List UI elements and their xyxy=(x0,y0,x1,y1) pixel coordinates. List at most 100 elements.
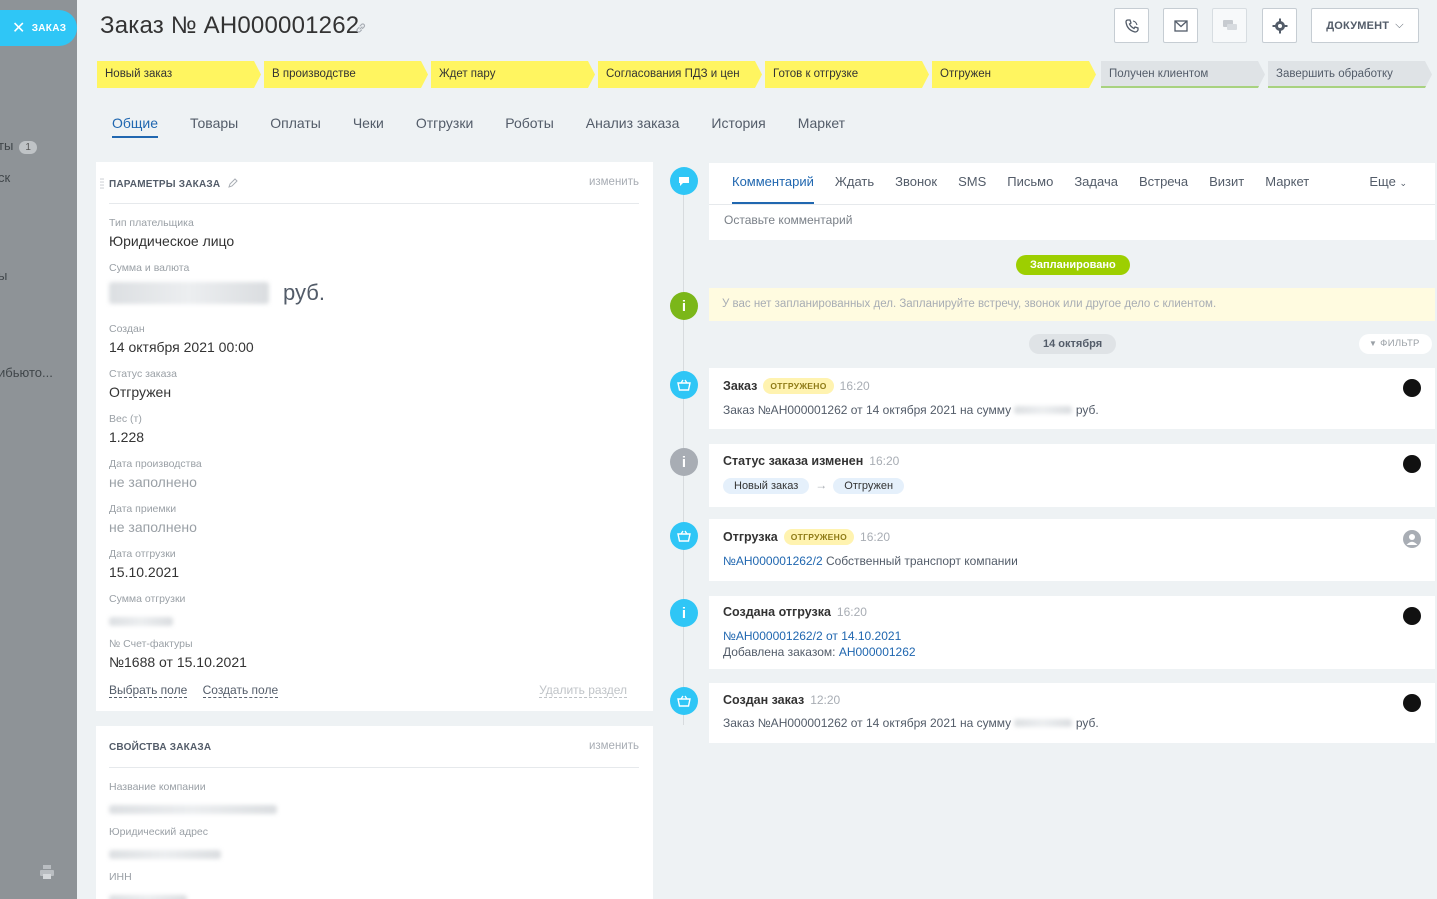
shipment-link[interactable]: №АН000001262/2 xyxy=(723,554,823,568)
field-label: ИНН xyxy=(109,871,132,883)
timeline-item-order-created[interactable]: Создан заказ 12:20 Заказ №АН000001262 от … xyxy=(709,683,1435,743)
edit-section-link[interactable]: изменить xyxy=(589,176,639,188)
timeline-item-title: Создана отгрузка xyxy=(723,605,831,619)
no-planned-notice: У вас нет запланированных дел. Запланиру… xyxy=(709,288,1435,321)
status-badge: ОТГРУЖЕНО xyxy=(763,378,834,394)
close-slider-button[interactable]: ✕ ЗАКАЗ xyxy=(0,10,77,46)
select-field-link[interactable]: Выбрать поле xyxy=(109,683,188,698)
stage-shipped[interactable]: Отгружен xyxy=(932,61,1096,88)
field-production-date: Дата производства не заполнено xyxy=(109,458,202,490)
timeline-item-header: Отгрузка ОТГРУЖЕНО 16:20 xyxy=(723,529,890,545)
field-label: Юридический адрес xyxy=(109,826,209,838)
composer-tab-sms[interactable]: SMS xyxy=(958,163,986,204)
timeline-body-text: руб. xyxy=(1075,716,1099,730)
order-link[interactable]: АН000001262 xyxy=(839,645,916,659)
timeline-item-time: 16:20 xyxy=(869,454,900,468)
composer-tab-meeting[interactable]: Встреча xyxy=(1139,163,1188,204)
divider xyxy=(709,204,1435,205)
arrow-right-icon: → xyxy=(815,478,828,492)
field-label: Дата отгрузки xyxy=(109,548,176,560)
drag-handle-icon[interactable] xyxy=(100,178,104,190)
field-accept-date: Дата приемки не заполнено xyxy=(109,503,197,535)
card-title: СВОЙСТВА ЗАКАЗА xyxy=(109,742,212,753)
field-label: Название компании xyxy=(109,781,206,793)
stage-received[interactable]: Получен клиентом xyxy=(1101,61,1265,88)
email-button[interactable] xyxy=(1163,8,1198,43)
status-from-chip: Новый заказ xyxy=(723,478,810,494)
print-icon[interactable] xyxy=(40,865,54,879)
stage-ready-to-ship[interactable]: Готов к отгрузке xyxy=(765,61,929,88)
stage-waiting-pair[interactable]: Ждет пару xyxy=(431,61,595,88)
timeline-item-body: №АН000001262/2 от 14.10.2021 xyxy=(723,629,901,643)
call-button[interactable] xyxy=(1114,8,1149,43)
field-label: № Счет-фактуры xyxy=(109,638,193,650)
field-legal-address: Юридический адрес xyxy=(109,826,221,862)
sidebar-item-partial[interactable]: ы xyxy=(0,268,7,283)
comment-input[interactable]: Оставьте комментарий xyxy=(724,213,852,227)
composer-tab-wait[interactable]: Ждать xyxy=(835,163,874,204)
tab-shipments[interactable]: Отгрузки xyxy=(416,108,473,138)
composer-tab-visit[interactable]: Визит xyxy=(1209,163,1244,204)
delete-section-link[interactable]: Удалить раздел xyxy=(539,683,627,698)
timeline-item-body: Добавлена заказом: АН000001262 xyxy=(723,645,916,659)
create-field-link[interactable]: Создать поле xyxy=(202,683,279,698)
timeline-item-shipment-created[interactable]: Создана отгрузка 16:20 №АН000001262/2 от … xyxy=(709,596,1435,669)
close-slider-label: ЗАКАЗ xyxy=(31,22,67,34)
tab-products[interactable]: Товары xyxy=(190,108,238,138)
filter-button[interactable]: ▼ ФИЛЬТР xyxy=(1359,334,1432,354)
tab-robots[interactable]: Роботы xyxy=(505,108,553,138)
tab-receipts[interactable]: Чеки xyxy=(353,108,384,138)
gear-icon xyxy=(1272,18,1287,33)
info-icon: i xyxy=(670,292,698,320)
composer-tab-comment[interactable]: Комментарий xyxy=(732,163,814,204)
settings-button[interactable] xyxy=(1262,8,1297,43)
avatar[interactable] xyxy=(1403,607,1421,625)
composer-tab-market[interactable]: Маркет xyxy=(1265,163,1309,204)
composer-tab-email[interactable]: Письмо xyxy=(1007,163,1053,204)
edit-section-link[interactable]: изменить xyxy=(589,740,639,752)
field-value: 15.10.2021 xyxy=(109,564,180,580)
composer-tab-call[interactable]: Звонок xyxy=(895,163,937,204)
sidebar-item-partial[interactable]: ск xyxy=(0,170,10,185)
field-value xyxy=(109,891,187,899)
document-dropdown-button[interactable]: ДОКУМЕНТ ⌵ xyxy=(1311,8,1419,43)
tab-payments[interactable]: Оплаты xyxy=(270,108,321,138)
chat-button[interactable] xyxy=(1212,8,1247,43)
stage-approvals[interactable]: Согласования ПДЗ и цен xyxy=(598,61,762,88)
shipment-link[interactable]: №АН000001262/2 от 14.10.2021 xyxy=(723,629,901,643)
timeline-item-status-changed[interactable]: Статус заказа изменен 16:20 Новый заказ → О… xyxy=(709,444,1435,507)
timeline-item-title: Заказ xyxy=(723,379,758,393)
user-avatar-icon[interactable] xyxy=(1403,530,1421,548)
field-value xyxy=(109,613,185,629)
field-label: Статус заказа xyxy=(109,368,177,380)
copy-link-icon[interactable] xyxy=(355,22,367,34)
tab-general[interactable]: Общие xyxy=(112,108,159,138)
sidebar-item-partial[interactable]: ибьюто... xyxy=(0,365,53,380)
comment-icon xyxy=(670,167,698,195)
field-company-name: Название компании xyxy=(109,781,277,817)
stage-new-order[interactable]: Новый заказ xyxy=(97,61,261,88)
composer-more-button[interactable]: Еще ⌄ xyxy=(1369,163,1407,202)
pencil-icon[interactable] xyxy=(228,178,238,188)
field-payer-type: Тип плательщика Юридическое лицо xyxy=(109,217,234,249)
avatar[interactable] xyxy=(1403,379,1421,397)
timeline-body-text: Добавлена заказом: xyxy=(723,645,836,659)
timeline-item-body: Заказ №АН000001262 от 14 октября 2021 на… xyxy=(723,716,1099,730)
blurred-value xyxy=(109,850,221,859)
tab-history[interactable]: История xyxy=(711,108,765,138)
card-title: ПАРАМЕТРЫ ЗАКАЗА xyxy=(109,178,238,190)
stage-in-production[interactable]: В производстве xyxy=(264,61,428,88)
timeline-item-shipment[interactable]: Отгрузка ОТГРУЖЕНО 16:20 №АН000001262/2 Со… xyxy=(709,519,1435,581)
timeline-item-order[interactable]: Заказ ОТГРУЖЕНО 16:20 Заказ №АН000001262 о… xyxy=(709,368,1435,429)
timeline-item-header: Заказ ОТГРУЖЕНО 16:20 xyxy=(723,378,870,394)
filter-label: ФИЛЬТР xyxy=(1380,338,1420,349)
composer-tab-task[interactable]: Задача xyxy=(1074,163,1118,204)
avatar[interactable] xyxy=(1403,455,1421,473)
field-label: Тип плательщика xyxy=(109,217,194,229)
avatar[interactable] xyxy=(1403,694,1421,712)
stage-finish[interactable]: Завершить обработку xyxy=(1268,61,1432,88)
tab-order-analysis[interactable]: Анализ заказа xyxy=(586,108,680,138)
sidebar-item-partial[interactable]: ты 1 xyxy=(0,138,37,154)
document-button-label: ДОКУМЕНТ xyxy=(1326,19,1390,32)
tab-market[interactable]: Маркет xyxy=(798,108,845,138)
